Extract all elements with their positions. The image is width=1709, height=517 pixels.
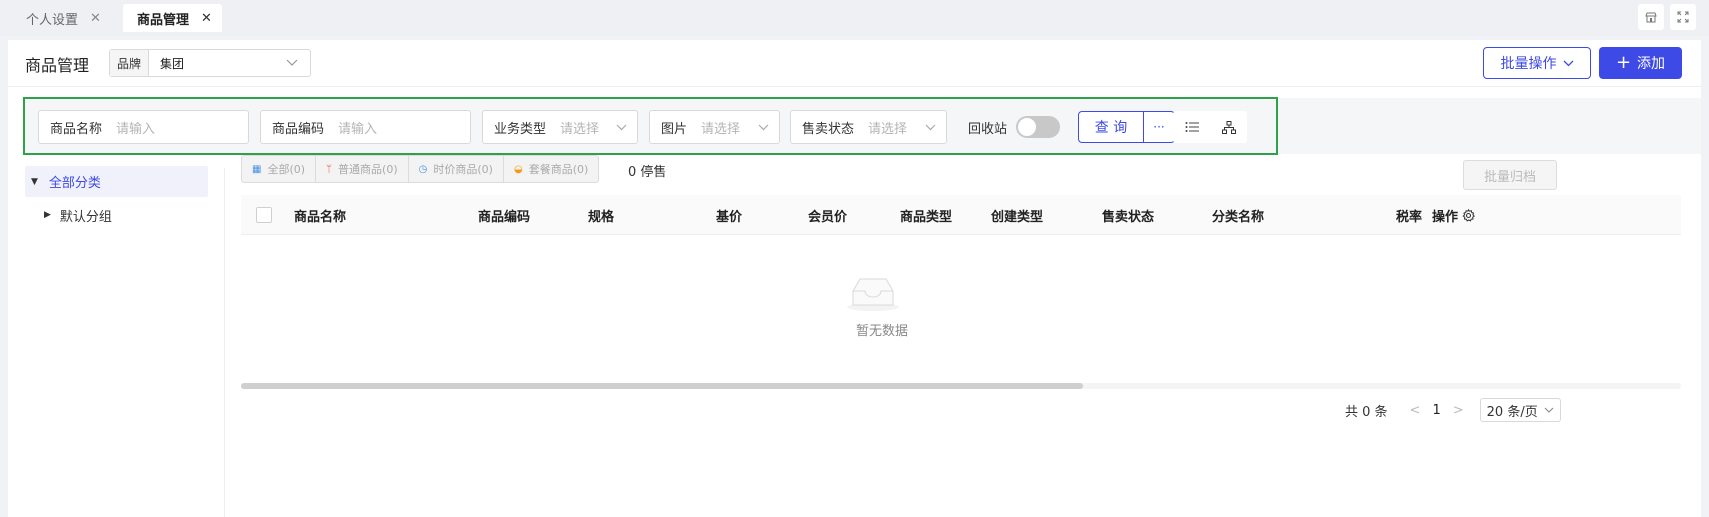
tree-node-default-group[interactable]: ▶ 默认分组 <box>44 203 112 227</box>
more-options-button[interactable]: ··· <box>1144 111 1175 143</box>
total-count: 共 0 条 <box>1345 404 1388 420</box>
empty-inbox-icon <box>843 273 903 313</box>
page-size-value: 20 条/页 <box>1486 404 1538 420</box>
select-all-checkbox[interactable] <box>256 207 272 223</box>
chip-market-price-products[interactable]: ◷ 时价商品(0) <box>408 155 504 183</box>
chip-combo-products[interactable]: ◒ 套餐商品(0) <box>503 155 600 183</box>
table-header: 商品名称 商品编码 规格 基价 会员价 商品类型 创建类型 售卖状态 分类名称 … <box>241 195 1681 235</box>
plus-icon: + <box>1615 52 1632 73</box>
toggle-knob <box>1018 118 1036 136</box>
recycle-bin-toggle[interactable] <box>1016 116 1060 138</box>
close-icon[interactable]: ✕ <box>90 11 101 26</box>
chip-label: 全部(0) <box>267 163 306 176</box>
col-header: 创建类型 <box>991 209 1044 225</box>
business-type-select[interactable]: 业务类型 请选择 <box>482 110 638 144</box>
settings-icon[interactable] <box>1462 208 1475 222</box>
sidebar-divider <box>224 168 225 517</box>
tab-product-management[interactable]: 商品管理 ✕ <box>123 4 222 32</box>
chevron-down-icon <box>925 121 946 134</box>
batch-operation-button[interactable]: 批量操作 <box>1483 47 1591 79</box>
tab-bar: 个人设置 ✕ 商品管理 ✕ <box>0 0 1709 36</box>
field-label: 商品编码 <box>272 121 325 137</box>
field-placeholder: 请选择 <box>868 121 908 137</box>
field-placeholder: 请输入 <box>116 121 156 137</box>
field-label: 售卖状态 <box>802 121 855 137</box>
batch-archive-button[interactable]: 批量归档 <box>1463 160 1557 190</box>
chevron-down-icon <box>1563 55 1574 71</box>
field-label: 图片 <box>661 121 688 137</box>
stopped-sales-count[interactable]: 0 停售 <box>628 161 666 180</box>
col-header: 税率 <box>1396 209 1423 225</box>
col-header: 规格 <box>588 209 615 225</box>
tab-label: 商品管理 <box>137 12 190 28</box>
caret-down-icon: ▼ <box>31 176 38 187</box>
chip-all[interactable]: ▦ 全部(0) <box>241 155 317 183</box>
add-button[interactable]: + 添加 <box>1599 47 1682 79</box>
field-placeholder: 请输入 <box>338 121 378 137</box>
field-placeholder: 请选择 <box>701 121 741 137</box>
chevron-down-icon <box>616 121 637 134</box>
col-header: 售卖状态 <box>1102 209 1155 225</box>
tree-node-all-categories[interactable]: ▼ 全部分类 <box>25 166 208 197</box>
col-header: 基价 <box>716 209 743 225</box>
main-panel: 商品管理 品牌 集团 批量操作 + 添加 商品名称 请输入 商品编码 请输入 业… <box>8 40 1701 517</box>
col-header: 会员价 <box>808 209 848 225</box>
caret-right-icon: ▶ <box>44 210 51 220</box>
field-label: 商品名称 <box>50 121 103 137</box>
image-select[interactable]: 图片 请选择 <box>649 110 780 144</box>
product-type-chips: ▦ 全部(0) ᛘ 普通商品(0) ◷ 时价商品(0) ◒ 套餐商品(0) <box>241 155 600 183</box>
bowl-icon: ◒ <box>513 163 523 175</box>
chip-label: 普通商品(0) <box>338 163 398 176</box>
store-icon[interactable] <box>1638 4 1664 30</box>
add-label: 添加 <box>1637 56 1666 72</box>
col-header: 商品名称 <box>294 209 347 225</box>
operation-label: 操作 <box>1432 209 1459 225</box>
clock-icon: ◷ <box>418 163 428 175</box>
grid-icon: ▦ <box>252 163 262 175</box>
chip-label: 时价商品(0) <box>433 163 493 176</box>
prev-page-button[interactable]: < <box>1410 403 1421 418</box>
chip-normal-products[interactable]: ᛘ 普通商品(0) <box>316 155 409 183</box>
tree-node-label: 全部分类 <box>48 176 101 191</box>
chevron-down-icon <box>286 57 310 70</box>
product-name-field[interactable]: 商品名称 请输入 <box>38 110 249 144</box>
field-label: 业务类型 <box>494 121 547 137</box>
query-button-group: 查 询 ··· <box>1078 111 1175 143</box>
pagination: 共 0 条 < 1 > 20 条/页 <box>1345 398 1561 422</box>
brand-label: 品牌 <box>110 50 150 76</box>
recycle-bin-label: 回收站 <box>968 122 1008 137</box>
chip-label: 套餐商品(0) <box>528 163 589 176</box>
col-header: 商品编码 <box>478 209 531 225</box>
brand-value: 集团 <box>160 56 185 71</box>
brand-select[interactable]: 品牌 集团 <box>109 49 311 77</box>
empty-text: 暂无数据 <box>856 324 909 339</box>
col-header: 分类名称 <box>1212 209 1265 225</box>
page-number[interactable]: 1 <box>1432 403 1440 418</box>
close-icon[interactable]: ✕ <box>201 11 212 26</box>
tree-node-label: 默认分组 <box>59 209 112 225</box>
page-size-select[interactable]: 20 条/页 <box>1479 398 1561 422</box>
page-title: 商品管理 <box>25 56 90 75</box>
utensils-icon: ᛘ <box>326 163 333 175</box>
divider <box>8 86 1701 87</box>
list-view-icon[interactable] <box>1173 111 1210 143</box>
chevron-down-icon <box>758 121 779 134</box>
view-switcher <box>1173 111 1247 143</box>
scrollbar-thumb[interactable] <box>241 383 1083 389</box>
tab-personal-settings[interactable]: 个人设置 ✕ <box>12 4 111 32</box>
sale-status-select[interactable]: 售卖状态 请选择 <box>790 110 947 144</box>
product-code-field[interactable]: 商品编码 请输入 <box>260 110 471 144</box>
next-page-button[interactable]: > <box>1453 403 1464 418</box>
batch-label: 批量操作 <box>1500 56 1557 72</box>
tree-view-icon[interactable] <box>1210 111 1247 143</box>
chevron-down-icon <box>1544 405 1554 416</box>
query-button[interactable]: 查 询 <box>1078 111 1144 143</box>
col-header: 操作 <box>1432 195 1475 235</box>
fullscreen-icon[interactable] <box>1670 4 1696 30</box>
tab-label: 个人设置 <box>26 12 79 28</box>
col-header: 商品类型 <box>900 209 953 225</box>
field-placeholder: 请选择 <box>560 121 600 137</box>
